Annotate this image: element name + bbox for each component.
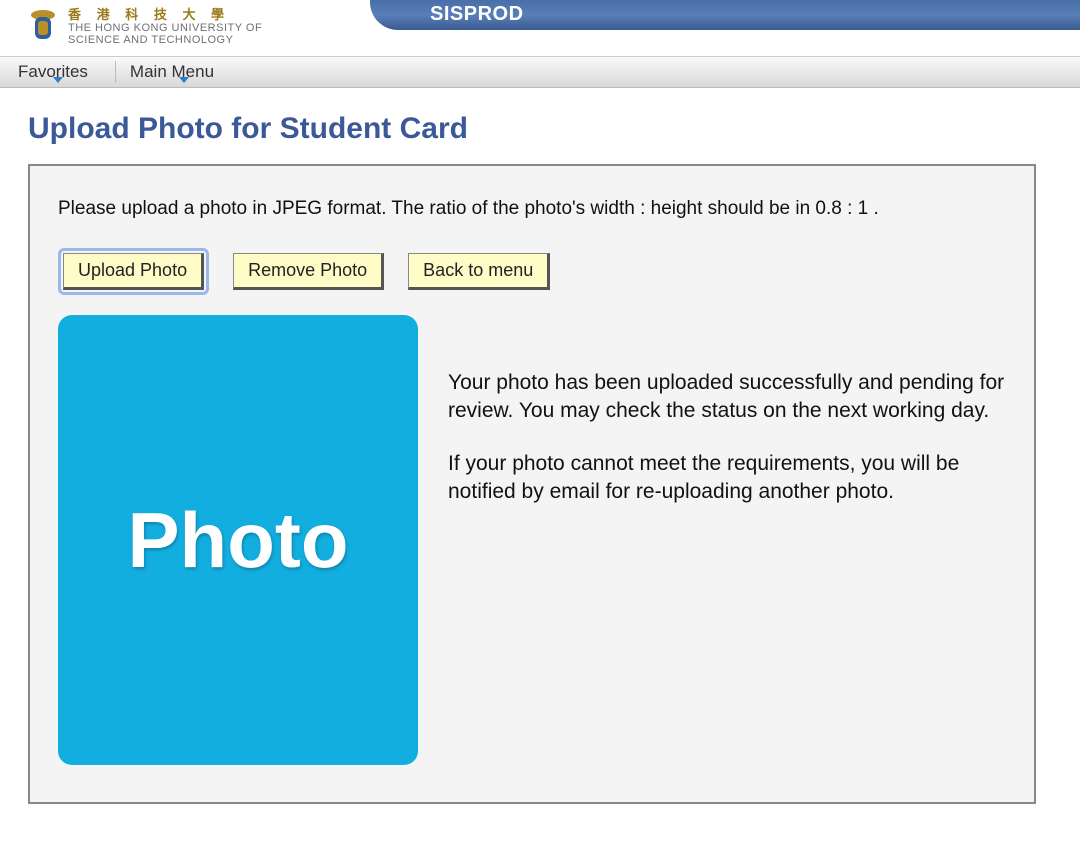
status-paragraph-2: If your photo cannot meet the requiremen… [448,450,1006,507]
logo-text-en-line1: THE HONG KONG UNIVERSITY OF [68,22,262,34]
menu-favorites[interactable]: Favorites [6,57,113,87]
logo-text: 香 港 科 技 大 學 THE HONG KONG UNIVERSITY OF … [68,8,262,46]
logo-text-en-line2: SCIENCE AND TECHNOLOGY [68,34,262,46]
focused-button-wrap: Upload Photo [58,248,209,295]
button-row: Upload Photo Remove Photo Back to menu [58,248,1006,295]
page-content: Upload Photo for Student Card Please upl… [0,88,1080,828]
logo-icon [28,6,58,48]
top-banner: SISPROD 香 港 科 技 大 學 THE HONG KONG UNIVER… [0,0,1080,56]
back-to-menu-button[interactable]: Back to menu [408,253,550,290]
menu-separator [115,61,116,83]
upload-photo-button[interactable]: Upload Photo [63,253,204,290]
university-logo: 香 港 科 技 大 學 THE HONG KONG UNIVERSITY OF … [28,6,262,48]
upload-panel: Please upload a photo in JPEG format. Th… [28,164,1036,804]
status-paragraph-1: Your photo has been uploaded successfull… [448,369,1006,426]
chevron-down-icon [53,77,63,83]
menu-label: Main Menu [130,62,214,82]
status-text: Your photo has been uploaded successfull… [448,315,1006,530]
menu-main-menu[interactable]: Main Menu [118,57,239,87]
chevron-down-icon [179,77,189,83]
content-row: Photo Your photo has been uploaded succe… [58,315,1006,765]
system-title: SISPROD [430,3,524,26]
menubar: Favorites Main Menu [0,56,1080,88]
logo-text-cn: 香 港 科 技 大 學 [68,8,262,22]
photo-preview: Photo [58,315,418,765]
page-title: Upload Photo for Student Card [28,112,1052,146]
instructions-text: Please upload a photo in JPEG format. Th… [58,198,1006,220]
photo-placeholder-label: Photo [128,495,349,586]
remove-photo-button[interactable]: Remove Photo [233,253,384,290]
